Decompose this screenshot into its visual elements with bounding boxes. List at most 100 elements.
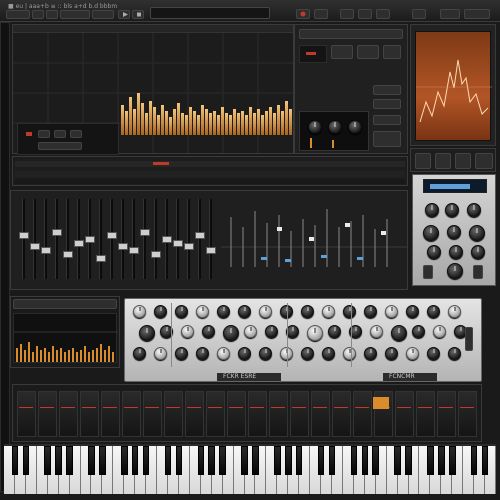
piano-black-key[interactable]	[11, 446, 19, 475]
piano-black-key[interactable]	[361, 446, 369, 475]
synth-knob[interactable]	[265, 325, 278, 338]
right-knob-8[interactable]	[449, 245, 463, 259]
synth-knob[interactable]	[364, 347, 377, 360]
mixer-fader-handle[interactable]	[85, 236, 95, 243]
mixer-fader-handle[interactable]	[151, 250, 161, 258]
mixer-fader-handle[interactable]	[118, 243, 128, 251]
effect-side-2[interactable]	[373, 99, 401, 109]
piano-black-key[interactable]	[219, 446, 226, 475]
mixer-fader-handle[interactable]	[74, 239, 84, 247]
effect-side-3[interactable]	[373, 115, 401, 125]
synth-knob[interactable]	[133, 347, 146, 360]
synth-knob[interactable]	[364, 305, 377, 318]
synth-knob[interactable]	[433, 325, 446, 338]
synth-knob[interactable]	[370, 325, 383, 338]
sequencer-channel[interactable]	[458, 391, 477, 437]
record-icon[interactable]	[296, 9, 310, 19]
piano-black-key[interactable]	[438, 446, 445, 475]
mixer-fader-handle[interactable]	[52, 228, 62, 236]
mixer-fader-handle[interactable]	[96, 254, 106, 262]
piano-black-key[interactable]	[131, 446, 139, 475]
synth-knob[interactable]	[406, 305, 419, 318]
right-knob-10[interactable]	[447, 263, 463, 279]
piano-black-key[interactable]	[328, 446, 336, 475]
synth-knob[interactable]	[244, 325, 257, 338]
piano-black-key[interactable]	[448, 446, 456, 475]
right-knob-2[interactable]	[445, 203, 459, 217]
effect-side-1[interactable]	[373, 85, 401, 95]
synth-knob[interactable]	[385, 305, 398, 318]
toolbar-button-7[interactable]	[358, 9, 372, 19]
sequencer-channel[interactable]	[80, 391, 99, 437]
right-switch-2[interactable]	[473, 265, 483, 279]
sequencer-channel[interactable]	[59, 391, 78, 437]
spectrum-btn-2[interactable]	[435, 153, 451, 169]
synth-knob[interactable]	[154, 305, 167, 318]
piano-black-key[interactable]	[481, 446, 489, 475]
settings-icon[interactable]	[412, 9, 426, 19]
track-button-d[interactable]	[38, 142, 82, 150]
piano-black-key[interactable]	[284, 446, 292, 475]
synth-knob[interactable]	[217, 347, 230, 360]
sequencer-channel[interactable]	[269, 391, 288, 437]
sequencer-channel[interactable]	[17, 391, 36, 437]
piano-black-key[interactable]	[405, 446, 412, 475]
mixer-fader-handle[interactable]	[162, 236, 172, 243]
toolbar-button-1[interactable]	[6, 10, 30, 19]
effect-knob-1[interactable]	[308, 120, 322, 134]
synth-knob[interactable]	[328, 325, 341, 338]
synth-knob[interactable]	[427, 305, 440, 318]
toolbar-button-3[interactable]	[46, 10, 58, 19]
right-knob-1[interactable]	[425, 203, 439, 217]
right-knob-7[interactable]	[427, 245, 441, 259]
synth-knob[interactable]	[301, 305, 314, 318]
synth-knob[interactable]	[322, 347, 335, 360]
spectrum-btn-3[interactable]	[455, 153, 471, 169]
sequencer-channel[interactable]	[164, 391, 183, 437]
piano-black-key[interactable]	[55, 446, 62, 475]
mixer-fader-handle[interactable]	[140, 228, 150, 236]
piano-black-key[interactable]	[372, 446, 379, 475]
synth-knob[interactable]	[175, 347, 188, 360]
synth-knob[interactable]	[223, 325, 239, 341]
right-knob-3[interactable]	[467, 203, 481, 217]
track-button-c[interactable]	[70, 130, 82, 138]
piano-black-key[interactable]	[317, 446, 325, 475]
mixer-fader-handle[interactable]	[63, 250, 73, 258]
synth-knob[interactable]	[412, 325, 425, 338]
sequencer-channel[interactable]	[311, 391, 330, 437]
mixer-fader-handle[interactable]	[30, 243, 40, 251]
piano-black-key[interactable]	[175, 446, 183, 475]
spectrum-btn-1[interactable]	[415, 153, 431, 169]
mixer-fader-handle[interactable]	[195, 232, 205, 240]
synth-knob[interactable]	[385, 347, 398, 360]
synth-knob[interactable]	[322, 305, 335, 318]
piano-black-key[interactable]	[120, 446, 128, 475]
piano-black-key[interactable]	[197, 446, 205, 475]
synth-knob[interactable]	[202, 325, 215, 338]
sequencer-channel[interactable]	[206, 391, 225, 437]
sequencer-channel[interactable]	[416, 391, 435, 437]
sequencer-channel[interactable]	[437, 391, 456, 437]
piano-black-key[interactable]	[350, 446, 358, 475]
piano-black-key[interactable]	[274, 446, 281, 475]
synth-knob[interactable]	[139, 325, 155, 341]
piano-black-key[interactable]	[22, 446, 30, 475]
synth-knob[interactable]	[448, 347, 461, 360]
synth-switch[interactable]	[465, 327, 473, 351]
sequencer-channel[interactable]	[143, 391, 162, 437]
mixer-fader-handle[interactable]	[173, 239, 183, 247]
piano-black-key[interactable]	[164, 446, 172, 475]
piano-black-key[interactable]	[241, 446, 248, 475]
sequencer-channel[interactable]	[185, 391, 204, 437]
synth-knob[interactable]	[238, 347, 251, 360]
right-knob-9[interactable]	[471, 245, 485, 259]
piano-black-key[interactable]	[295, 446, 303, 475]
synth-knob[interactable]	[133, 305, 146, 318]
track-button-b[interactable]	[54, 130, 66, 138]
toolbar-button-4[interactable]	[60, 10, 90, 19]
piano-black-key[interactable]	[66, 446, 73, 475]
synth-knob[interactable]	[406, 347, 419, 360]
synth-knob[interactable]	[307, 325, 323, 341]
synth-knob[interactable]	[196, 305, 209, 318]
